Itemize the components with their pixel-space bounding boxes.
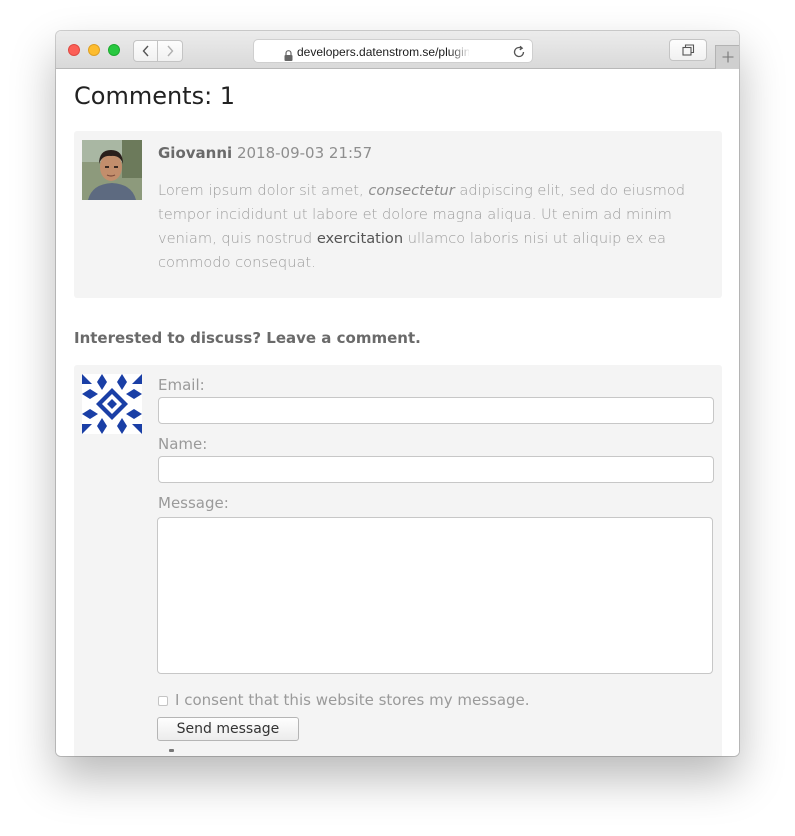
browser-window: developers.datenstrom.se/plugins/b Comme… [56,31,739,756]
forward-button[interactable] [158,40,183,62]
clipped-text-fragment [169,749,174,752]
chevron-left-icon [142,42,150,61]
comment-body: Lorem ipsum dolor sit amet, consectetur … [158,179,718,275]
reload-icon[interactable] [512,44,526,63]
lock-icon [284,46,293,65]
consent-row: I consent that this website stores my me… [158,690,530,710]
comment-text-italic: consectetur [368,182,455,199]
name-field[interactable] [158,456,714,483]
comment-author: Giovanni [158,144,233,162]
comment-date: 2018-09-03 21:57 [236,144,373,162]
back-button[interactable] [133,40,158,62]
plus-icon [722,48,734,67]
comment-text-bold: exercitation [316,230,404,247]
url-fade [449,43,471,59]
address-bar[interactable]: developers.datenstrom.se/plugins/b [253,39,533,63]
comment-form-intro: Interested to discuss? Leave a comment. [74,329,421,347]
comment-card: Giovanni 2018-09-03 21:57 Lorem ipsum do… [74,131,722,298]
comment-meta: Giovanni 2018-09-03 21:57 [158,143,372,163]
consent-label: I consent that this website stores my me… [175,691,530,709]
email-field[interactable] [158,397,714,424]
browser-toolbar: developers.datenstrom.se/plugins/b [56,31,739,69]
zoom-window-button[interactable] [108,44,120,56]
chevron-right-icon [166,42,174,61]
author-photo-avatar [82,140,142,200]
comment-text-start: Lorem ipsum dolor sit amet, [158,182,369,199]
close-window-button[interactable] [68,44,80,56]
send-message-button[interactable]: Send message [157,717,299,741]
url-text: developers.datenstrom.se/plugins/b [297,45,469,59]
minimize-window-button[interactable] [88,44,100,56]
message-label: Message: [158,494,229,512]
page-content: Comments: 1 Giovanni 2018-09-03 21:57 Lo… [56,69,739,756]
message-field[interactable] [157,517,713,674]
tab-overview-button[interactable] [669,39,707,61]
identicon-avatar [82,374,142,434]
name-label: Name: [158,435,208,453]
email-label: Email: [158,376,205,394]
comment-form: Email: Name: Message: I consent that thi… [74,365,722,756]
consent-checkbox[interactable] [158,696,168,706]
new-tab-button[interactable] [715,45,739,69]
tabs-overview-icon [681,41,695,60]
comments-heading: Comments: 1 [74,82,236,110]
